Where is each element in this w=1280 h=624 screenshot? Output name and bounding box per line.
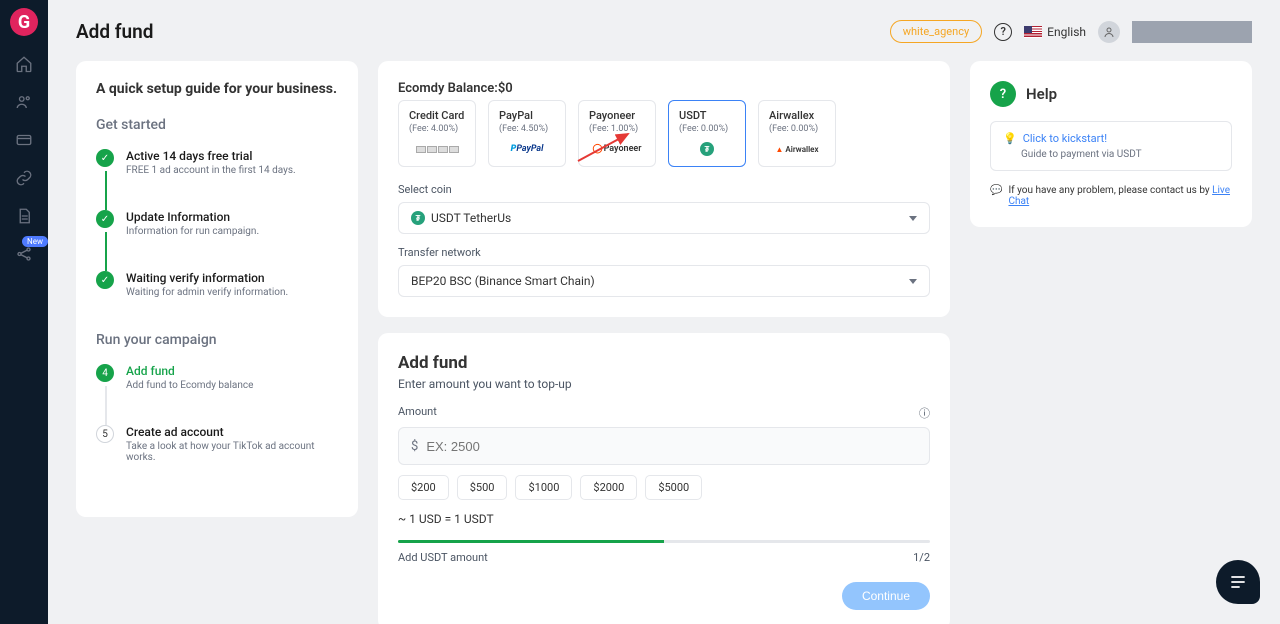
chat-icon: 💬 [990,185,1002,196]
amount-input[interactable] [426,439,917,454]
avatar[interactable] [1098,21,1120,43]
add-fund-title: Add fund [398,353,930,373]
airwallex-icon: Airwallex [769,140,825,158]
add-fund-card: Add fund Enter amount you want to top-up… [378,333,950,624]
continue-button[interactable]: Continue [842,582,930,610]
search-input[interactable] [1132,21,1252,43]
step-verify: ✓ Waiting verify information Waiting for… [96,271,338,298]
quick-amount-1000[interactable]: $1000 [515,475,572,500]
check-icon: ✓ [96,271,114,289]
help-footer: 💬 If you have any problem, please contac… [990,185,1232,207]
nav-home-icon[interactable] [14,54,34,74]
nav-file-icon[interactable] [14,206,34,226]
amount-label: Amount [398,405,437,421]
quick-amount-500[interactable]: $500 [457,475,508,500]
step-add-fund[interactable]: 4 Add fund Add fund to Ecomdy balance [96,364,338,391]
balance-label: Ecomdy Balance:$0 [398,81,930,96]
check-icon: ✓ [96,210,114,228]
progress-count: 1/2 [913,551,930,564]
progress-label: Add USDT amount [398,551,488,564]
step-number: 4 [96,364,114,382]
pay-payoneer[interactable]: Payoneer (Fee: 1.00%) Payoneer [578,100,656,167]
help-link: Click to kickstart! [1023,132,1107,145]
setup-guide-card: A quick setup guide for your business. G… [76,61,358,517]
step-update-info: ✓ Update Information Information for run… [96,210,338,237]
setup-title: A quick setup guide for your business. [96,81,338,97]
coin-label: Select coin [398,183,930,196]
agency-pill[interactable]: white_agency [890,20,982,43]
language-label: English [1047,25,1086,39]
exchange-rate: ~ 1 USD = 1 USDT [398,512,930,526]
flag-icon [1024,26,1042,38]
check-icon: ✓ [96,149,114,167]
page-title: Add fund [76,20,153,43]
add-fund-subtitle: Enter amount you want to top-up [398,377,930,391]
pay-paypal[interactable]: PayPal (Fee: 4.50%) P PayPal [488,100,566,167]
help-badge-icon: ? [990,81,1016,107]
chevron-down-icon [909,279,917,284]
step-number: 5 [96,425,114,443]
nav-link-icon[interactable] [14,168,34,188]
help-link-sub: Guide to payment via USDT [1021,149,1219,160]
help-icon[interactable]: ? [994,23,1012,41]
quick-amount-200[interactable]: $200 [398,475,449,500]
network-select[interactable]: BEP20 BSC (Binance Smart Chain) [398,265,930,297]
usdt-icon: ₮ [411,211,425,225]
payment-card: Ecomdy Balance:$0 Credit Card (Fee: 4.00… [378,61,950,317]
progress-bar [398,540,930,543]
pay-airwallex[interactable]: Airwallex (Fee: 0.00%) Airwallex [758,100,836,167]
section-get-started: Get started [96,117,338,133]
credit-card-icon [409,140,465,158]
step-create-account[interactable]: 5 Create ad account Take a look at how y… [96,425,338,463]
help-card: ? Help 💡 Click to kickstart! Guide to pa… [970,61,1252,227]
pay-usdt[interactable]: USDT (Fee: 0.00%) ₮ [668,100,746,167]
section-run-campaign: Run your campaign [96,332,338,348]
quick-amount-5000[interactable]: $5000 [645,475,702,500]
currency-symbol: $ [411,439,418,454]
nav-share-icon[interactable]: New [14,244,34,264]
lightbulb-icon: 💡 [1003,132,1017,145]
nav-users-icon[interactable] [14,92,34,112]
amount-input-wrap[interactable]: $ [398,427,930,465]
sidebar: G New [0,0,48,624]
quick-amounts: $200 $500 $1000 $2000 $5000 [398,475,930,500]
nav-card-icon[interactable] [14,130,34,150]
payoneer-icon: Payoneer [589,140,645,158]
paypal-icon: P PayPal [499,140,555,158]
app-logo[interactable]: G [10,8,38,36]
step-trial: ✓ Active 14 days free trial FREE 1 ad ac… [96,149,338,176]
topbar: Add fund white_agency ? English [76,20,1252,43]
chevron-down-icon [909,216,917,221]
new-badge: New [22,236,48,247]
pay-credit-card[interactable]: Credit Card (Fee: 4.00%) [398,100,476,167]
payment-methods: Credit Card (Fee: 4.00%) PayPal (Fee: 4.… [398,100,930,167]
language-selector[interactable]: English [1024,25,1086,39]
info-icon[interactable]: ⓘ [919,405,930,421]
quick-amount-2000[interactable]: $2000 [580,475,637,500]
coin-select[interactable]: ₮USDT TetherUs [398,202,930,234]
chat-bubble-button[interactable] [1216,560,1260,604]
network-label: Transfer network [398,246,930,259]
help-title: Help [1026,85,1057,103]
help-kickstart-box[interactable]: 💡 Click to kickstart! Guide to payment v… [990,121,1232,171]
usdt-icon: ₮ [679,140,735,158]
